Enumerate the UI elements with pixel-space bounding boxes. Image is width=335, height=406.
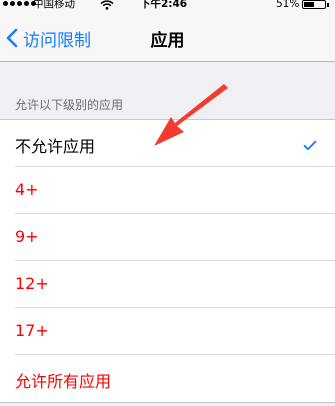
settings-screen: 中国移动 下午2:46 51% 访问限制 应用 允许以下级别的应用 不允许应用	[0, 0, 335, 406]
list-item-label: 不允许应用	[15, 137, 96, 156]
rating-option-12plus[interactable]: 12+	[0, 261, 335, 308]
list-item-label: 4+	[15, 180, 39, 199]
list-item-label: 17+	[15, 321, 49, 340]
battery-tip	[327, 3, 329, 7]
navigation-bar: 访问限制 应用	[0, 14, 335, 62]
section-header: 允许以下级别的应用	[15, 98, 124, 112]
battery-percent: 51%	[276, 0, 300, 10]
rating-option-9plus[interactable]: 9+	[0, 214, 335, 261]
list-item-label: 允许所有应用	[15, 372, 112, 391]
status-time: 下午2:46	[140, 0, 188, 10]
rating-option-17plus[interactable]: 17+	[0, 308, 335, 355]
battery-level-fill	[304, 2, 315, 7]
rating-option-none[interactable]: 不允许应用	[0, 120, 335, 167]
page-title: 应用	[150, 31, 185, 51]
carrier-name: 中国移动	[33, 0, 75, 10]
list-item-label: 9+	[15, 227, 39, 246]
rating-option-all[interactable]: 允许所有应用	[0, 355, 335, 402]
list-item-label: 12+	[15, 274, 49, 293]
status-bar: 中国移动 下午2:46 51%	[0, 0, 335, 14]
signal-strength-icon	[3, 1, 36, 6]
wifi-icon	[100, 0, 114, 12]
rating-option-4plus[interactable]: 4+	[0, 167, 335, 214]
app-rating-list: 不允许应用 4+ 9+ 12+ 17+ 允许所有应用	[0, 119, 335, 403]
checkmark-icon	[303, 136, 317, 155]
battery-icon	[302, 0, 326, 9]
